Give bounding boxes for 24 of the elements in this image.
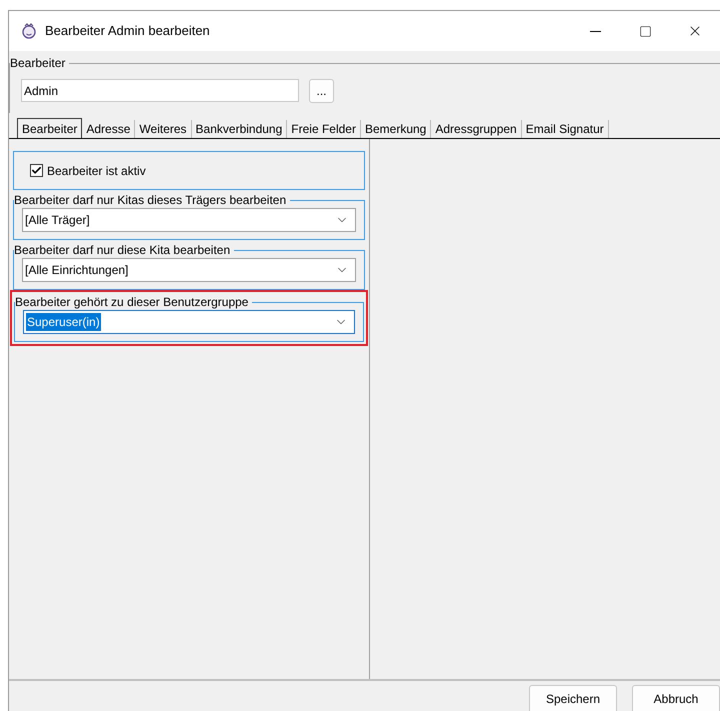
name-field[interactable]: Admin	[21, 79, 299, 102]
dropdown[interactable]: Superuser(in)	[23, 310, 355, 334]
window-title: Bearbeiter Admin bearbeiten	[45, 22, 210, 40]
face-icon	[21, 23, 37, 39]
tab[interactable]: Weiteres	[135, 120, 192, 138]
tab[interactable]: Freie Felder	[287, 120, 361, 138]
group-legend: Bearbeiter gehört zu dieser Benutzergruppe	[15, 294, 252, 310]
group-legend: Bearbeiter darf nur Kitas dieses Trägers bearbeiten	[14, 192, 290, 208]
tab[interactable]: Email Signatur	[522, 120, 609, 138]
tab[interactable]: Adressgruppen	[431, 120, 522, 138]
tab[interactable]: Bankverbindung	[192, 120, 288, 138]
maximize-icon	[638, 24, 652, 38]
minimize-icon	[590, 30, 600, 32]
tab[interactable]: Adresse	[82, 120, 136, 138]
active-checkbox[interactable]: Bearbeiter ist aktiv	[30, 162, 146, 180]
dropdown[interactable]: [Alle Träger]	[22, 208, 356, 232]
tab[interactable]: Bearbeiter	[17, 118, 82, 138]
tab[interactable]: Bemerkung	[360, 120, 432, 138]
check-icon	[31, 165, 42, 176]
dialog-button[interactable]: Abbruch	[632, 685, 720, 711]
browse-button[interactable]: ...	[309, 78, 334, 102]
dialog-button[interactable]: Speichern	[529, 685, 617, 711]
dropdown[interactable]: [Alle Einrichtungen]	[22, 258, 356, 282]
checkbox[interactable]	[30, 164, 43, 177]
